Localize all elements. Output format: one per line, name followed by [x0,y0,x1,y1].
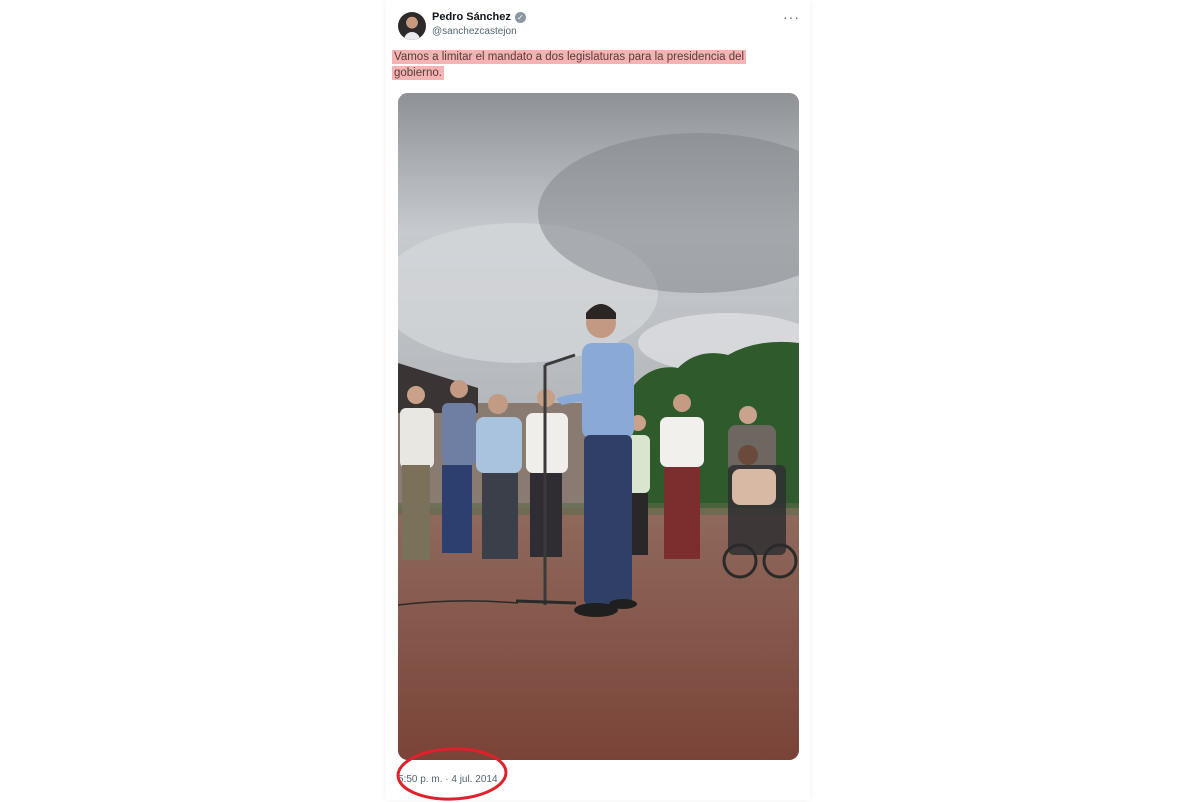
author-row: Pedro Sánchez ✓ [432,11,526,23]
verified-badge-icon: ✓ [514,11,526,23]
tweet-text: Vamos a limitar el mandato a dos legisla… [392,49,774,81]
photo-scene [398,93,799,760]
tweet-photo[interactable] [398,93,799,760]
avatar[interactable] [398,12,426,40]
highlighted-text: Vamos a limitar el mandato a dos legisla… [392,50,747,80]
author-handle[interactable]: @sanchezcastejon [432,26,517,37]
tweet-card: Pedro Sánchez ✓ @sanchezcastejon ··· Vam… [386,0,810,800]
more-options-icon[interactable]: ··· [783,9,800,25]
author-name[interactable]: Pedro Sánchez [432,11,511,23]
annotation-circle [396,747,508,801]
